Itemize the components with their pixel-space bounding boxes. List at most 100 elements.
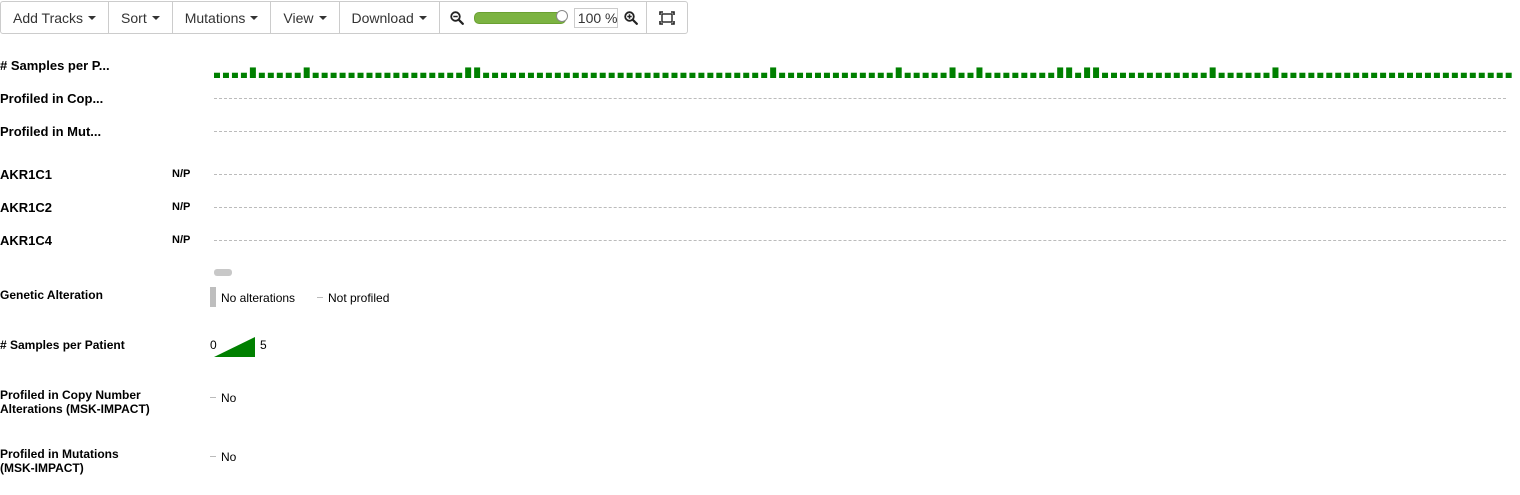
sample-bar[interactable] <box>743 72 750 78</box>
sample-bar[interactable] <box>1093 67 1100 78</box>
sample-bar[interactable] <box>465 67 472 78</box>
sample-bar[interactable] <box>1164 72 1171 78</box>
sample-bar[interactable] <box>1003 72 1010 78</box>
download-button[interactable]: Download <box>340 2 440 33</box>
sample-bar[interactable] <box>761 72 768 78</box>
sample-bar[interactable] <box>877 72 884 78</box>
sample-bar[interactable] <box>366 72 373 78</box>
sample-bar[interactable] <box>698 72 705 78</box>
zoom-slider[interactable] <box>473 9 568 24</box>
sample-bar[interactable] <box>814 72 821 78</box>
sample-bar[interactable] <box>545 72 552 78</box>
sample-bar[interactable] <box>438 72 445 78</box>
sample-bar[interactable] <box>240 72 247 78</box>
sample-bar[interactable] <box>1111 72 1117 78</box>
add-tracks-button[interactable]: Add Tracks <box>1 2 110 33</box>
sample-bar[interactable] <box>285 72 292 78</box>
sample-bar[interactable] <box>940 72 947 78</box>
sample-bar[interactable] <box>411 72 418 78</box>
sample-bar[interactable] <box>258 72 265 78</box>
sample-bar[interactable] <box>1371 72 1378 78</box>
sample-bar[interactable] <box>797 72 804 78</box>
sample-bar[interactable] <box>886 72 893 78</box>
sample-bar[interactable] <box>850 72 857 78</box>
sample-bar[interactable] <box>1407 72 1414 78</box>
sample-bar[interactable] <box>832 72 839 78</box>
sample-bar[interactable] <box>276 72 283 78</box>
sample-bar[interactable] <box>1487 72 1494 78</box>
sample-bar[interactable] <box>1496 72 1503 78</box>
sample-bar[interactable] <box>913 72 920 78</box>
sample-bar[interactable] <box>572 72 579 78</box>
sample-bar[interactable] <box>770 67 777 78</box>
sample-bar[interactable] <box>1442 72 1449 78</box>
sample-bar[interactable] <box>994 72 1001 78</box>
sample-bar[interactable] <box>294 72 301 78</box>
view-button[interactable]: View <box>271 2 340 33</box>
gene-track-label-akr1c1[interactable]: AKR1C1 <box>0 167 52 182</box>
sample-bar[interactable] <box>1460 72 1467 78</box>
sample-bar[interactable] <box>752 72 759 78</box>
sample-bar[interactable] <box>222 72 229 78</box>
sample-bar[interactable] <box>1119 72 1126 78</box>
sample-bar[interactable] <box>1335 72 1342 78</box>
sample-bar[interactable] <box>375 72 382 78</box>
sample-bar[interactable] <box>1290 72 1297 78</box>
sample-bar[interactable] <box>1191 72 1198 78</box>
sample-bar[interactable] <box>1155 72 1162 78</box>
sample-bar[interactable] <box>1433 72 1440 78</box>
sample-bar[interactable] <box>1102 72 1109 78</box>
gene-track-label-akr1c2[interactable]: AKR1C2 <box>0 200 52 215</box>
sample-bar[interactable] <box>1128 72 1135 78</box>
sample-bar[interactable] <box>321 72 328 78</box>
sample-bar[interactable] <box>312 72 319 78</box>
sample-bar[interactable] <box>1344 72 1351 78</box>
sample-bar[interactable] <box>788 72 795 78</box>
sample-bar[interactable] <box>590 72 597 78</box>
zoom-out-icon[interactable] <box>450 10 464 25</box>
sample-bar[interactable] <box>214 72 220 78</box>
sample-bar[interactable] <box>456 72 463 78</box>
sort-button[interactable]: Sort <box>109 2 173 33</box>
sample-bar[interactable] <box>1245 72 1252 78</box>
sample-bar[interactable] <box>420 72 427 78</box>
sample-bar[interactable] <box>841 72 848 78</box>
sample-bar[interactable] <box>267 72 274 78</box>
sample-bar[interactable] <box>231 72 238 78</box>
sample-bar[interactable] <box>931 72 938 78</box>
sample-bar[interactable] <box>734 72 741 78</box>
sample-bar[interactable] <box>1048 72 1055 78</box>
sample-bar[interactable] <box>536 72 543 78</box>
sample-bar[interactable] <box>402 72 409 78</box>
sample-bar[interactable] <box>1012 72 1019 78</box>
track-label-profiled-cna[interactable]: Profiled in Cop... <box>0 91 103 106</box>
zoom-slider-handle[interactable] <box>555 9 568 22</box>
sample-bar[interactable] <box>501 72 508 78</box>
sample-bar[interactable] <box>483 72 490 78</box>
sample-bar[interactable] <box>1380 72 1387 78</box>
sample-bar[interactable] <box>330 72 337 78</box>
sample-bar[interactable] <box>1218 72 1225 78</box>
sample-bar[interactable] <box>985 72 992 78</box>
sample-bar[interactable] <box>1353 72 1360 78</box>
sample-bar[interactable] <box>1039 72 1046 78</box>
sample-bar[interactable] <box>563 72 570 78</box>
sample-bar[interactable] <box>1137 72 1144 78</box>
sample-bar[interactable] <box>1057 67 1064 78</box>
sample-bar[interactable] <box>608 72 615 78</box>
sample-bar[interactable] <box>393 72 400 78</box>
horizontal-scrollbar-thumb[interactable] <box>214 269 232 276</box>
sample-bar[interactable] <box>1030 72 1037 78</box>
sample-bar[interactable] <box>806 72 813 78</box>
sample-bar[interactable] <box>1308 72 1315 78</box>
sample-bar[interactable] <box>1209 67 1216 78</box>
mutations-button[interactable]: Mutations <box>173 2 272 33</box>
sample-bar[interactable] <box>671 72 678 78</box>
sample-bar[interactable] <box>599 72 606 78</box>
sample-bar[interactable] <box>680 72 687 78</box>
sample-bar[interactable] <box>1084 67 1091 78</box>
sample-bar[interactable] <box>635 72 642 78</box>
sample-bar[interactable] <box>384 72 391 78</box>
sample-bar[interactable] <box>1227 72 1234 78</box>
sample-bar[interactable] <box>1146 72 1153 78</box>
